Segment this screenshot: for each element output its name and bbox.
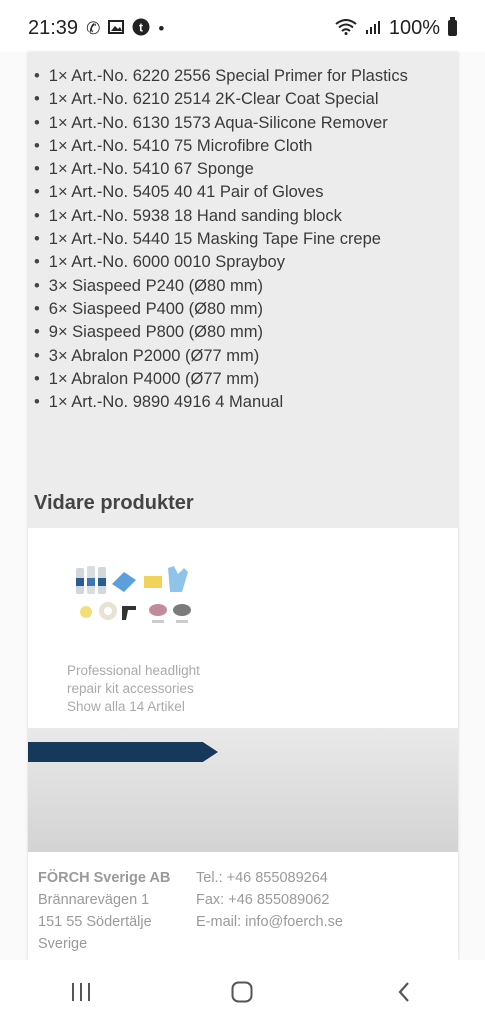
kit-contents-list: 1× Art.-No. 6220 2556 Special Primer for… (34, 65, 408, 414)
home-button[interactable] (212, 972, 272, 1012)
street: Brännarevägen 1 (38, 892, 150, 908)
recent-apps-button[interactable] (51, 972, 111, 1012)
email[interactable]: E-mail: info@foerch.se (196, 911, 343, 933)
status-left: 21:39 ✆ t • (28, 17, 164, 40)
fax: Fax: +46 855089062 (196, 892, 330, 908)
web-page[interactable]: 1× Art.-No. 6220 2556 Special Primer for… (28, 52, 458, 960)
list-item: 6× Siaspeed P400 (Ø80 mm) (34, 298, 408, 321)
more-products-heading: Vidare produkter (34, 492, 194, 514)
page-gutter-left (0, 52, 28, 960)
phone-call-icon: ✆ (86, 18, 101, 38)
list-item: 3× Abralon P2000 (Ø77 mm) (34, 345, 408, 368)
footer: FÖRCH Sverige AB Brännarevägen 1 151 55 … (28, 852, 458, 960)
wifi-icon (335, 18, 357, 38)
city: 151 55 Södertälje (38, 914, 152, 930)
t-app-icon: t (132, 18, 150, 39)
status-right: 100% (335, 17, 457, 40)
list-item: 1× Art.-No. 9890 4916 4 Manual (34, 391, 408, 414)
list-item: 1× Art.-No. 5938 18 Hand sanding block (34, 205, 408, 228)
list-item: 1× Art.-No. 6210 2514 2K-Clear Coat Spec… (34, 88, 408, 111)
product-name-line2[interactable]: repair kit accessories (67, 680, 200, 698)
signal-icon (365, 19, 381, 38)
battery-icon (448, 17, 457, 36)
status-bar: 21:39 ✆ t • 100% (0, 0, 485, 56)
page-gutter-right (458, 52, 485, 960)
home-icon (231, 981, 253, 1003)
back-button[interactable] (374, 972, 434, 1012)
list-item: 3× Siaspeed P240 (Ø80 mm) (34, 275, 408, 298)
list-item: 1× Art.-No. 6220 2556 Special Primer for… (34, 65, 408, 88)
list-item: 1× Art.-No. 6130 1573 Aqua-Silicone Remo… (34, 112, 408, 135)
company-name: FÖRCH Sverige AB (38, 870, 171, 886)
product-image[interactable] (72, 564, 202, 630)
list-item: 1× Art.-No. 5410 75 Microfibre Cloth (34, 135, 408, 158)
clock: 21:39 (28, 16, 79, 39)
dot-icon: • (158, 18, 165, 38)
footer-address: FÖRCH Sverige AB Brännarevägen 1 151 55 … (38, 867, 170, 955)
image-icon (108, 19, 125, 37)
banner-arrow-bar (28, 742, 218, 762)
list-item: 1× Art.-No. 5440 15 Masking Tape Fine cr… (34, 228, 408, 251)
battery-percent: 100% (388, 16, 440, 39)
country: Sverige (38, 936, 88, 952)
show-all-link[interactable]: Show alla 14 Artikel (67, 698, 200, 716)
phone[interactable]: Tel.: +46 855089264 (196, 867, 343, 889)
recent-apps-icon (71, 983, 90, 1001)
list-item: 1× Art.-No. 6000 0010 Sprayboy (34, 251, 408, 274)
navigation-bar (0, 960, 485, 1024)
footer-contact: Tel.: +46 855089264 Fax: +46 855089062 E… (196, 867, 343, 933)
list-item: 9× Siaspeed P800 (Ø80 mm) (34, 321, 408, 344)
product-name-line1[interactable]: Professional headlight (67, 662, 200, 680)
back-icon (398, 982, 409, 1002)
product-card[interactable]: Professional headlight repair kit access… (28, 528, 458, 728)
list-item: 1× Abralon P4000 (Ø77 mm) (34, 368, 408, 391)
product-text[interactable]: Professional headlight repair kit access… (67, 662, 200, 716)
list-item: 1× Art.-No. 5410 67 Sponge (34, 158, 408, 181)
svg-text:t: t (139, 20, 143, 34)
promo-banner (28, 728, 458, 852)
list-item: 1× Art.-No. 5405 40 41 Pair of Gloves (34, 181, 408, 204)
